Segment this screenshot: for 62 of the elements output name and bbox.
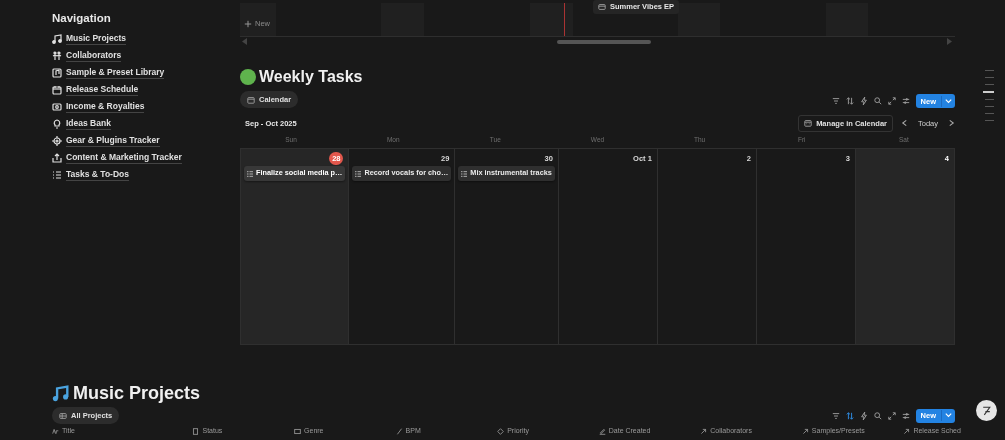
sidebar-item[interactable]: Music Projects <box>52 30 240 48</box>
sidebar-item[interactable]: Tasks & To-Dos <box>52 166 240 184</box>
calendar-icon <box>247 95 255 104</box>
text-icon <box>52 427 59 435</box>
help-icon <box>981 405 992 416</box>
sidebar-heading: Navigation <box>52 11 111 26</box>
window-icon <box>598 3 606 11</box>
diamond-icon <box>497 427 505 435</box>
sidebar-item[interactable]: Content & Marketing Tracker <box>52 149 240 167</box>
slash-icon <box>395 427 403 435</box>
sort-icon[interactable] <box>845 411 854 420</box>
weekend-column <box>240 3 276 36</box>
cash-icon <box>52 101 62 112</box>
edit-icon <box>598 427 606 435</box>
section-title: Music Projects <box>73 381 201 405</box>
lightning-icon[interactable] <box>859 411 868 420</box>
lightning-icon[interactable] <box>859 97 868 106</box>
calendar-icon <box>52 84 62 95</box>
plus-icon <box>244 19 252 28</box>
today-line <box>564 3 565 36</box>
expand-icon[interactable] <box>887 411 896 420</box>
table-icon <box>59 411 67 420</box>
gear-icon <box>52 135 62 146</box>
chevron-down-icon[interactable] <box>944 97 953 105</box>
sidebar-item[interactable]: Collaborators <box>52 47 240 65</box>
chevron-down-icon[interactable] <box>944 412 953 420</box>
filter-icon[interactable] <box>831 97 840 106</box>
arrow-icon <box>700 427 708 435</box>
sidebar-item[interactable]: Release Schedule <box>52 81 240 99</box>
expand-icon[interactable] <box>887 97 896 106</box>
share-icon <box>52 152 62 163</box>
search-icon[interactable] <box>873 97 882 106</box>
music-file-icon <box>52 67 62 78</box>
chevron-left-icon[interactable] <box>901 119 908 128</box>
list-icon <box>461 170 468 177</box>
sliders-icon[interactable] <box>901 411 910 420</box>
sidebar-item[interactable]: Sample & Preset Library <box>52 64 240 82</box>
music-note-icon <box>52 33 62 44</box>
arrow-icon <box>903 427 911 435</box>
checklist-icon <box>52 169 62 180</box>
sort-icon[interactable] <box>845 97 854 106</box>
weekend-column <box>530 3 573 36</box>
sidebar-item[interactable]: Income & Royalties <box>52 98 240 116</box>
lightbulb-icon <box>52 118 62 129</box>
sliders-icon[interactable] <box>901 97 910 106</box>
sidebar-item[interactable]: Gear & Plugins Tracker <box>52 132 240 150</box>
scrollbar-thumb[interactable] <box>557 40 651 44</box>
list-icon <box>355 170 362 177</box>
status-icon <box>192 427 200 435</box>
section-title: Weekly Tasks <box>259 67 363 87</box>
help-button[interactable] <box>976 400 997 421</box>
list-icon <box>247 170 253 177</box>
circle-icon <box>240 69 256 85</box>
filter-icon[interactable] <box>831 411 840 420</box>
chevron-right-icon[interactable] <box>948 119 955 128</box>
list-icon <box>294 427 302 435</box>
calendar-icon <box>804 119 813 128</box>
arrow-icon <box>801 427 809 435</box>
search-icon[interactable] <box>873 411 882 420</box>
people-icon <box>52 50 62 61</box>
music-note-icon <box>52 384 69 402</box>
sidebar-item[interactable]: Ideas Bank <box>52 115 240 133</box>
